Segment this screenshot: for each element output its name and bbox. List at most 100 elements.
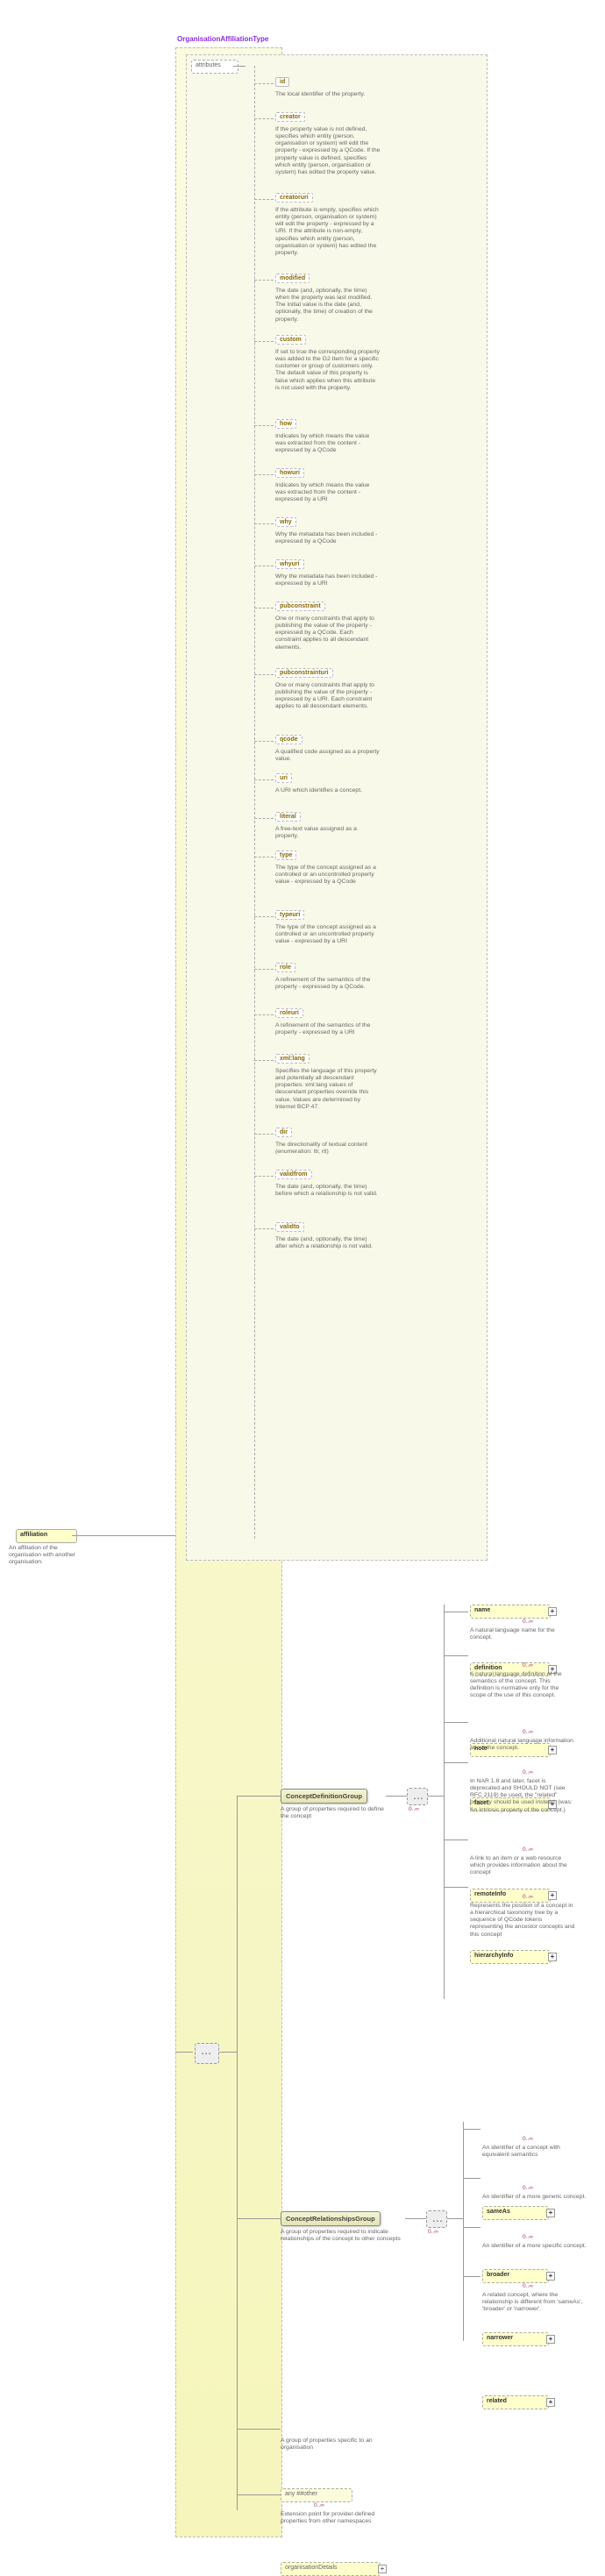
crg-child-related-desc: A related concept, where the relationshi…: [482, 2292, 587, 2313]
conn-attr-uri: [254, 779, 274, 780]
cdg-child-facet-card: 0..∞: [523, 1769, 533, 1775]
conn-cdg-hierarchyInfo: [444, 1887, 468, 1888]
attr-validto-desc: The date (and, optionally, the time) aft…: [275, 1236, 381, 1250]
cdg-child-name[interactable]: name: [470, 1605, 551, 1619]
any-card: 0..∞: [314, 2502, 324, 2508]
conn-attr-howuri: [254, 474, 274, 475]
affiliation-element[interactable]: affiliation: [16, 1529, 77, 1543]
attr-creatoruri-desc: If the attribute is empty, specifies whi…: [275, 207, 381, 257]
conn-crg-seq: [405, 2218, 426, 2219]
conn-attr-dir: [254, 1134, 274, 1135]
attr-custom-desc: If set to true the corresponding propert…: [275, 349, 381, 392]
type-title: OrganisationAffiliationType: [177, 35, 268, 43]
attr-custom[interactable]: custom: [275, 335, 306, 345]
conn-frame-seq: [175, 2052, 193, 2053]
cdg-child-hierarchyInfo-card: 0..∞: [523, 1894, 533, 1900]
conn-attr-creatoruri: [254, 199, 274, 200]
conn-crg: [237, 2218, 281, 2219]
concept-relationships-group[interactable]: ConceptRelationshipsGroup: [281, 2211, 381, 2226]
conn-any: [237, 2494, 281, 2495]
attr-dir-desc: The directionality of textual content (e…: [275, 1142, 381, 1156]
cdg-child-remoteInfo-card: 0..∞: [523, 1847, 533, 1853]
conn-attr-creator: [254, 118, 274, 119]
conn-org: [237, 2429, 281, 2430]
cdg-child-hierarchyInfo[interactable]: hierarchyInfo: [470, 1950, 551, 1964]
attr-typeuri[interactable]: typeuri: [275, 910, 304, 920]
conn-attr-tree: [233, 66, 246, 67]
attr-validfrom[interactable]: validfrom: [275, 1170, 312, 1179]
conn-crg-related: [463, 2276, 480, 2277]
attr-whyuri[interactable]: whyuri: [275, 559, 304, 569]
crg-child-narrower[interactable]: narrower: [482, 2332, 549, 2346]
crg-child-sameAs[interactable]: sameAs: [482, 2206, 549, 2220]
attr-creatoruri[interactable]: creatoruri: [275, 193, 313, 203]
crg-child-broader-desc: An identifier of a more generic concept.: [482, 2194, 587, 2201]
conn-attr-custom: [254, 341, 274, 342]
attr-qcode[interactable]: qcode: [275, 735, 302, 744]
main-sequence[interactable]: [195, 2043, 219, 2064]
conn-cdg-children-trunk-h: [428, 1796, 444, 1797]
conn-attr-why: [254, 523, 274, 524]
crg-children-trunk: [463, 2122, 464, 2341]
attr-role-desc: A refinement of the semantics of the pro…: [275, 977, 381, 991]
crg-sequence[interactable]: [426, 2210, 447, 2228]
attr-dir[interactable]: dir: [275, 1128, 292, 1137]
organisation-details[interactable]: organisationDetails: [281, 2562, 381, 2576]
attr-creator-desc: If the property value is not defined, sp…: [275, 126, 381, 176]
conn-crg-broader: [463, 2178, 480, 2179]
conn-attr-validto: [254, 1228, 274, 1229]
crg-child-broader[interactable]: broader: [482, 2269, 549, 2283]
conn-aff-frame: [72, 1535, 175, 1536]
attr-creator[interactable]: creator: [275, 112, 305, 122]
attr-uri-desc: A URI which identifies a concept.: [275, 787, 381, 794]
attr-why[interactable]: why: [275, 517, 296, 527]
attr-tree-trunk: [254, 66, 255, 1539]
conn-crg-sameAs: [463, 2129, 480, 2130]
attr-pubconstrainturi[interactable]: pubconstrainturi: [275, 668, 333, 678]
attr-how-desc: Indicates by which means the value was e…: [275, 433, 381, 454]
attr-literal-desc: A free-text value assigned as a property…: [275, 826, 381, 840]
attr-id[interactable]: id: [275, 77, 289, 87]
conn-seq-trunk: [219, 2052, 237, 2053]
attr-typeuri-desc: The type of the concept assigned as a co…: [275, 924, 381, 945]
attr-role[interactable]: role: [275, 963, 295, 972]
attr-howuri[interactable]: howuri: [275, 468, 304, 478]
cdg-child-hierarchyInfo-desc: Represents the position of a concept in …: [470, 1903, 575, 1939]
cdg-children-trunk: [444, 1605, 445, 1999]
attr-type-desc: The type of the concept assigned as a co…: [275, 865, 381, 886]
cdg-desc: A group of properties required to define…: [281, 1806, 386, 1820]
attr-pubconstraint[interactable]: pubconstraint: [275, 601, 325, 611]
attr-validfrom-desc: The date (and, optionally, the time) bef…: [275, 1184, 381, 1198]
attr-xml:lang[interactable]: xml:lang: [275, 1054, 310, 1064]
crg-child-related[interactable]: related: [482, 2395, 549, 2409]
attr-whyuri-desc: Why the metadata has been included - exp…: [275, 573, 381, 587]
crg-child-broader-card: 0..∞: [523, 2185, 533, 2191]
attr-how[interactable]: how: [275, 419, 296, 429]
crg-desc: A group of properties required to indica…: [281, 2229, 405, 2243]
attr-modified-desc: The date (and, optionally, the time) whe…: [275, 288, 381, 324]
attr-type[interactable]: type: [275, 850, 296, 860]
org-desc: A group of properties specific to an org…: [281, 2437, 386, 2451]
conn-cdg-remoteInfo: [444, 1839, 468, 1840]
attr-uri[interactable]: uri: [275, 773, 292, 783]
attributes-label-box[interactable]: attributes: [191, 60, 238, 74]
conn-attr-modified: [254, 280, 274, 281]
attr-modified[interactable]: modified: [275, 274, 310, 283]
conn-crg-narrower: [463, 2227, 480, 2228]
cdg-child-note-card: 0..∞: [523, 1729, 533, 1735]
cdg-child-remoteInfo[interactable]: remoteInfo: [470, 1889, 551, 1903]
crg-card: 0..∞: [428, 2229, 438, 2235]
attr-pubconstrainturi-desc: One or many constraints that apply to pu…: [275, 682, 381, 711]
attr-id-desc: The local identifier of the property.: [275, 91, 381, 98]
crg-child-related-card: 0..∞: [523, 2283, 533, 2289]
affiliation-label: affiliation: [20, 1532, 47, 1538]
any-other[interactable]: any ##other: [281, 2488, 352, 2502]
attr-validto[interactable]: validto: [275, 1222, 304, 1232]
cdg-child-definition-desc: A natural language definition of the sem…: [470, 1671, 575, 1700]
crg-child-narrower-card: 0..∞: [523, 2234, 533, 2240]
conn-attr-literal: [254, 818, 274, 819]
attr-literal[interactable]: literal: [275, 812, 301, 822]
cdg-sequence[interactable]: [407, 1788, 428, 1805]
concept-definition-group[interactable]: ConceptDefinitionGroup: [281, 1789, 367, 1804]
attr-roleuri[interactable]: roleuri: [275, 1008, 303, 1018]
